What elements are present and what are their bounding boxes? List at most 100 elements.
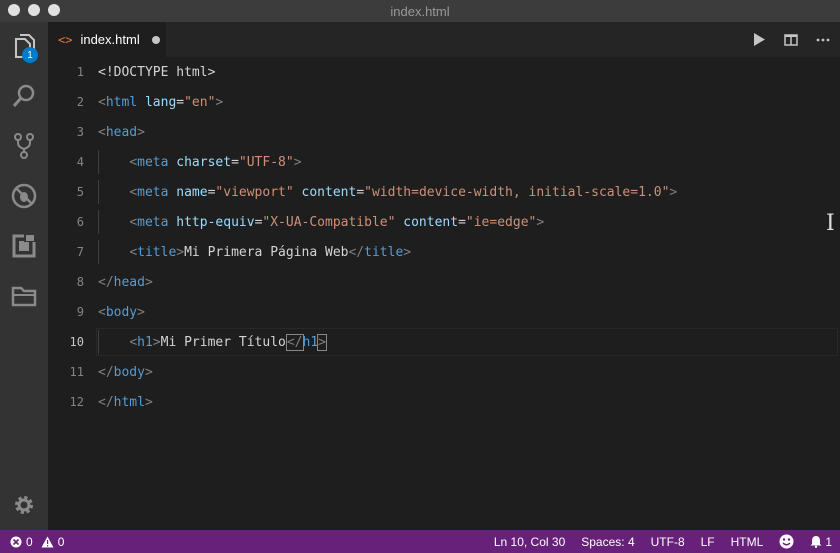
end-of-line[interactable]: LF (701, 535, 715, 549)
line-number[interactable]: 10 (48, 335, 84, 349)
code-token: meta (137, 154, 169, 170)
code-editor[interactable]: I 1 <!DOCTYPE html> 2 <html lang="en"> 3 <hea… (48, 57, 840, 530)
minimize-window-button[interactable] (28, 4, 40, 16)
problems-indicator[interactable]: 0 0 (10, 535, 64, 549)
extensions-icon[interactable] (10, 232, 38, 260)
code-token: "X-UA-Compatible" (262, 214, 396, 230)
code-line[interactable]: 8 </head> (48, 267, 840, 297)
explorer-badge: 1 (22, 47, 38, 63)
code-line[interactable]: 4 <meta charset="UTF-8"> (48, 147, 840, 177)
code-token: "ie=edge" (465, 214, 537, 230)
code-line[interactable]: 10 <h1>Mi Primer Título</h1> (48, 327, 840, 357)
line-number[interactable]: 1 (48, 65, 84, 79)
zoom-window-button[interactable] (48, 4, 60, 16)
code-token: meta (137, 184, 169, 200)
line-number[interactable]: 9 (48, 305, 84, 319)
more-icon[interactable] (812, 29, 834, 51)
code-line[interactable]: 12 </html> (48, 387, 840, 417)
search-icon[interactable] (10, 82, 38, 110)
code-line[interactable]: 3 <head> (48, 117, 840, 147)
tab-bar: <> index.html (48, 22, 840, 57)
code-text: <head> (98, 125, 145, 140)
line-number[interactable]: 8 (48, 275, 84, 289)
unsaved-dot-icon[interactable] (151, 35, 160, 44)
warning-icon (41, 536, 54, 547)
code-token: > (669, 184, 678, 200)
code-token: html (113, 394, 145, 410)
code-token: meta (137, 214, 169, 230)
gear-icon[interactable] (10, 491, 38, 519)
code-token: < (129, 154, 138, 170)
code-token: > (317, 333, 327, 351)
close-window-button[interactable] (8, 4, 20, 16)
code-token: title (364, 244, 404, 260)
line-number[interactable]: 5 (48, 185, 84, 199)
code-token: name (176, 184, 208, 200)
code-text: <title>Mi Primera Página Web</title> (98, 245, 411, 260)
code-token: = (176, 94, 185, 110)
code-token: html (105, 94, 138, 110)
code-token: > (536, 214, 545, 230)
status-bar: 0 0 Ln 10, Col 30 Spaces: 4 UTF-8 LF HTM… (0, 530, 840, 553)
code-token: head (113, 274, 145, 290)
line-number[interactable]: 7 (48, 245, 84, 259)
window-controls (8, 4, 60, 16)
source-control-icon[interactable] (10, 132, 38, 160)
folder-icon[interactable] (10, 282, 38, 310)
notification-count: 1 (825, 534, 832, 549)
code-token: > (152, 334, 161, 350)
code-text: <meta charset="UTF-8"> (98, 154, 301, 170)
run-icon[interactable] (748, 29, 770, 51)
code-line[interactable]: 7 <title>Mi Primera Página Web</title> (48, 237, 840, 267)
code-token: > (144, 364, 153, 380)
code-token: <!DOCTYPE html> (98, 64, 216, 80)
code-token: http-equiv (176, 214, 255, 230)
file-encoding[interactable]: UTF-8 (651, 535, 685, 549)
line-number[interactable]: 2 (48, 95, 84, 109)
code-token: < (129, 334, 138, 350)
code-token: lang (144, 94, 177, 110)
language-mode[interactable]: HTML (731, 535, 764, 549)
error-icon (10, 536, 22, 547)
code-token: = (231, 154, 239, 170)
bell-icon (810, 536, 822, 548)
debug-icon[interactable] (10, 182, 38, 210)
code-token: "en" (184, 94, 216, 110)
window-title: index.html (390, 3, 450, 19)
feedback-smiley-icon[interactable] (779, 534, 794, 549)
line-number[interactable]: 6 (48, 215, 84, 229)
activity-bar: 1 (0, 22, 48, 530)
code-token: "width=device-width, initial-scale=1.0" (364, 184, 670, 200)
html-file-icon: <> (58, 32, 73, 47)
code-line[interactable]: 11 </body> (48, 357, 840, 387)
code-line[interactable]: 6 <meta http-equiv = "X-UA-Compatible" con… (48, 207, 840, 237)
code-line[interactable]: 9 <body> (48, 297, 840, 327)
line-number[interactable]: 12 (48, 395, 84, 409)
code-token: > (176, 244, 185, 260)
code-token: < (129, 214, 138, 230)
code-token: < (129, 184, 138, 200)
code-text: </body> (98, 365, 153, 380)
code-token: </ (285, 333, 304, 351)
code-token: > (137, 304, 145, 320)
line-number[interactable]: 4 (48, 155, 84, 169)
code-text: <html lang="en"> (98, 95, 223, 110)
line-number[interactable]: 11 (48, 365, 84, 379)
code-line[interactable]: 2 <html lang="en"> (48, 87, 840, 117)
split-editor-icon[interactable] (780, 29, 802, 51)
line-number[interactable]: 3 (48, 125, 84, 139)
code-line[interactable]: 1 <!DOCTYPE html> (48, 57, 840, 87)
indentation[interactable]: Spaces: 4 (581, 535, 634, 549)
code-token: charset (176, 154, 232, 170)
code-text: <h1>Mi Primer Título</h1> (98, 333, 327, 351)
tab-index-html[interactable]: <> index.html (48, 22, 166, 57)
code-line[interactable]: 5 <meta name="viewport" content="width=d… (48, 177, 840, 207)
title-bar: index.html (0, 0, 840, 22)
notifications[interactable]: 1 (810, 535, 832, 549)
cursor-position[interactable]: Ln 10, Col 30 (494, 535, 565, 549)
